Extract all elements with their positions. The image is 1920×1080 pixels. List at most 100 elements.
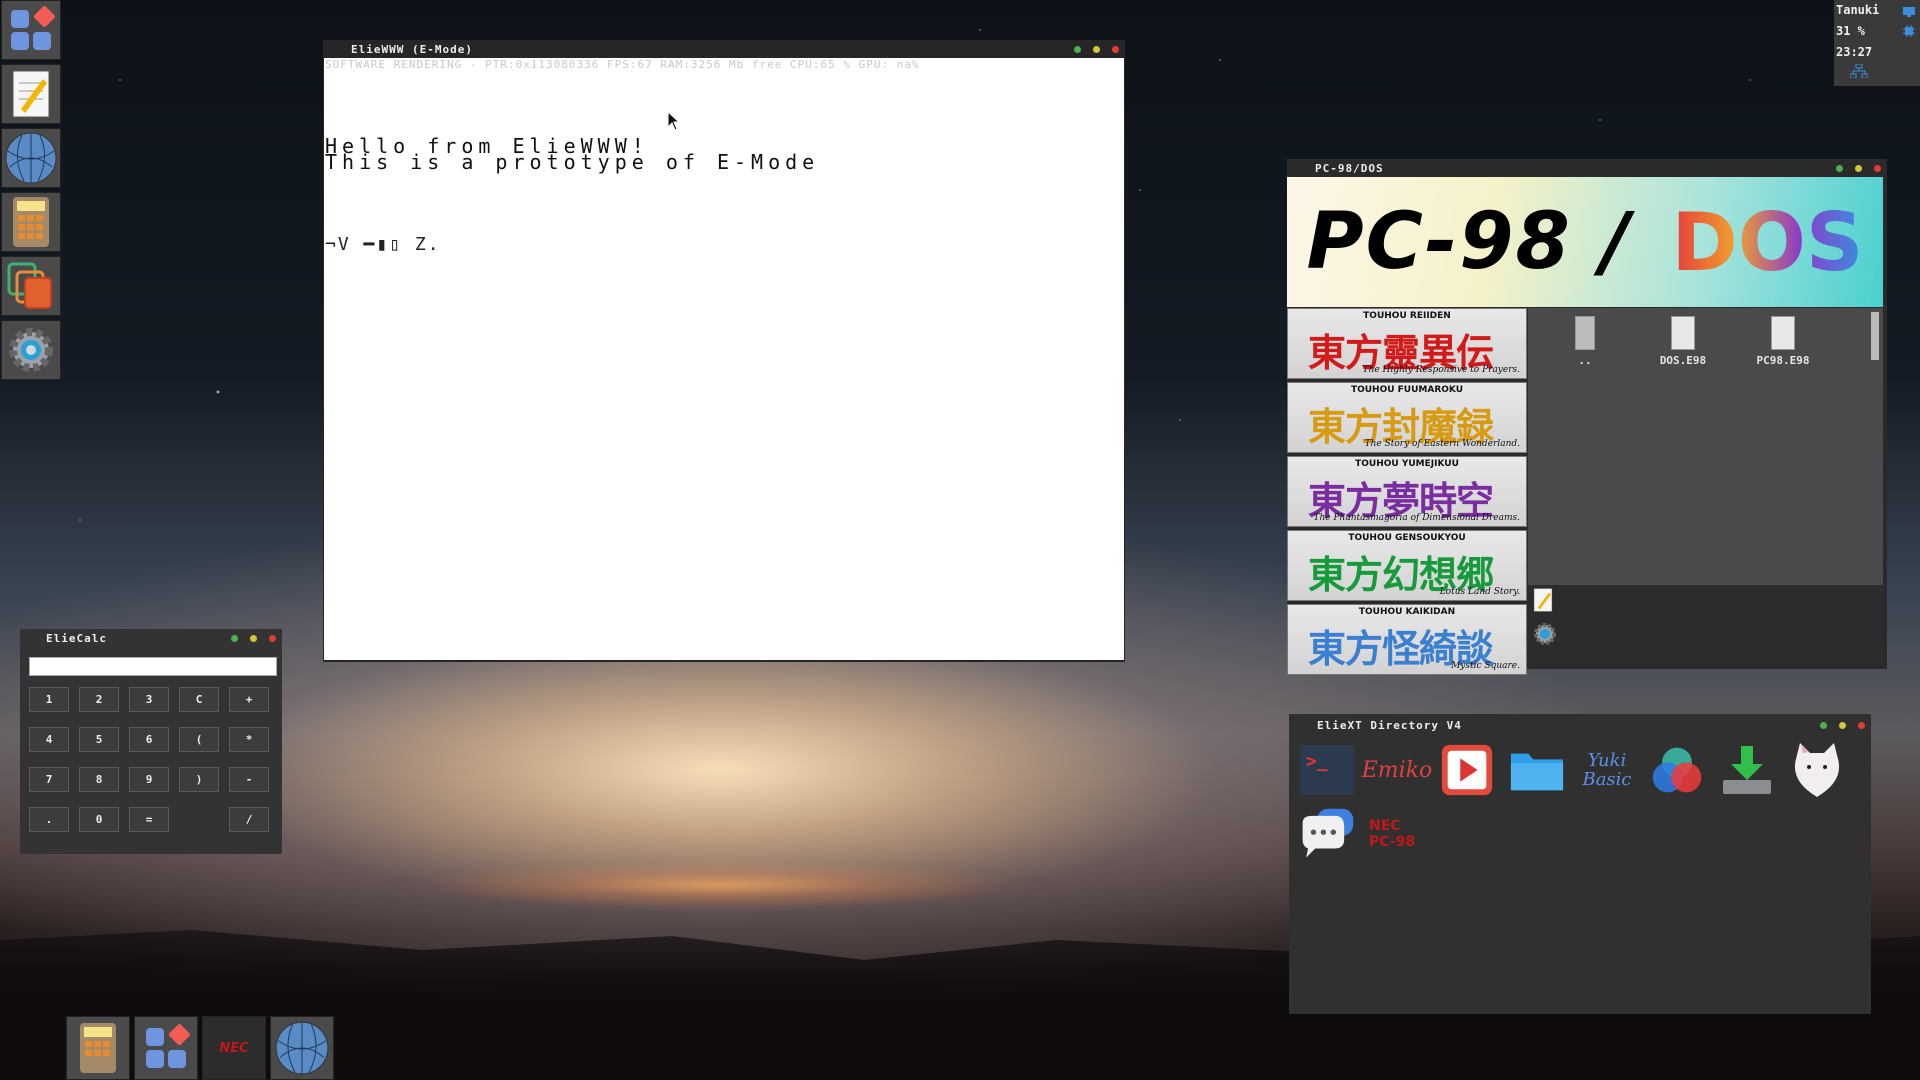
taskbar-calculator-button[interactable] (66, 1016, 130, 1080)
calc-display[interactable] (29, 657, 277, 676)
calc-key[interactable]: 3 (129, 687, 169, 712)
notepad-icon (12, 70, 50, 118)
game-tagline: The Highly Responsive to Prayers. (1362, 365, 1520, 375)
calc-key[interactable]: 2 (79, 687, 119, 712)
calculator-icon (13, 197, 49, 247)
calc-key[interactable]: 9 (129, 767, 169, 792)
yuki-basic-app[interactable]: Yuki Basic (1579, 742, 1635, 798)
emiko-app-icon: Emiko (1361, 757, 1433, 783)
file-item[interactable]: DOS.E98 (1638, 312, 1728, 367)
pc98-lower-panel (1528, 585, 1883, 665)
game-entry[interactable]: TOUHOU REIIDEN 東方靈異伝 The Highly Responsive… (1287, 308, 1527, 379)
maximize-button[interactable] (1839, 721, 1846, 729)
calc-key[interactable]: C (179, 687, 219, 712)
system-tray: Tanuki 31 % 23:27 (1834, 0, 1920, 86)
game-entry[interactable]: TOUHOU KAIKIDAN 東方怪綺談 Mystic Square. (1287, 604, 1527, 675)
close-button[interactable] (269, 634, 276, 642)
close-button[interactable] (1874, 164, 1881, 172)
display-icon[interactable] (1902, 6, 1916, 18)
media-player-app[interactable] (1439, 742, 1495, 798)
mouse-cursor-icon (667, 111, 681, 131)
browser-viewport[interactable]: SOFTWARE RENDERING - PTR:0x113080336 FPS… (324, 58, 1124, 660)
calc-key[interactable]: + (229, 687, 269, 712)
calc-key[interactable]: 6 (129, 727, 169, 752)
windows-button[interactable] (1, 256, 61, 316)
calculator-button[interactable] (1, 192, 61, 252)
download-app[interactable] (1719, 742, 1775, 798)
window-title: ElieCalc (46, 631, 107, 645)
settings-button[interactable] (1, 320, 61, 380)
media-player-app-icon (1441, 744, 1493, 796)
game-subtitle: TOUHOU REIIDEN (1363, 311, 1451, 321)
calc-key[interactable]: 4 (29, 727, 69, 752)
cpu-icon[interactable] (1902, 24, 1916, 38)
calc-key[interactable]: - (229, 767, 269, 792)
chat-app[interactable] (1299, 806, 1355, 862)
file-icon (1671, 316, 1695, 350)
game-entry[interactable]: TOUHOU YUMEJIKUU 東方夢時空 The Phantasmagoria … (1287, 456, 1527, 527)
apps-grid-icon (146, 1024, 190, 1068)
terminal-app[interactable]: >_ (1299, 742, 1355, 798)
pc98-banner: PC-98 / DOS (1287, 177, 1883, 307)
dos-logo: DOS (1671, 195, 1864, 289)
calc-key[interactable]: 0 (79, 807, 119, 832)
game-tagline: Mystic Square. (1451, 661, 1520, 671)
emiko-app[interactable]: Emiko (1362, 742, 1433, 798)
taskbar-globe-button[interactable] (270, 1016, 334, 1080)
calc-key[interactable]: 8 (79, 767, 119, 792)
calc-key[interactable]: = (129, 807, 169, 832)
game-list: TOUHOU REIIDEN 東方靈異伝 The Highly Responsive… (1287, 308, 1527, 678)
window-title: ElieXT Directory V4 (1317, 718, 1462, 732)
file-item[interactable]: .. (1540, 312, 1630, 367)
minimize-button[interactable] (1074, 45, 1081, 53)
render-status: SOFTWARE RENDERING - PTR:0x113080336 FPS… (325, 58, 920, 71)
browser-titlebar[interactable]: ElieWWW (E-Mode) (323, 40, 1125, 58)
calculator-window: ElieCalc 1 2 3 C +4 5 6 ( * 7 8 9) -. 0 = / (20, 629, 282, 854)
calc-key[interactable]: * (229, 727, 269, 752)
notepad-button[interactable] (1, 64, 61, 124)
maximize-button[interactable] (1855, 164, 1862, 172)
close-button[interactable] (1112, 45, 1119, 53)
yuki-basic-app-icon: Yuki Basic (1582, 750, 1632, 790)
settings-gear-icon[interactable] (1532, 621, 1558, 647)
minimize-button[interactable] (1836, 164, 1843, 172)
folder-app[interactable] (1509, 742, 1565, 798)
pc98-app[interactable]: NEC PC-98 (1369, 806, 1425, 862)
apps-grid-icon (11, 6, 55, 50)
cat-app[interactable] (1789, 742, 1845, 798)
browser-window: ElieWWW (E-Mode) SOFTWARE RENDERING - PT… (323, 40, 1125, 662)
minimize-button[interactable] (1820, 721, 1827, 729)
calc-key[interactable]: 5 (79, 727, 119, 752)
pc98-titlebar[interactable]: PC-98/DOS (1287, 159, 1887, 177)
directory-titlebar[interactable]: ElieXT Directory V4 (1289, 714, 1871, 736)
game-entry[interactable]: TOUHOU FUUMAROKU 東方封魔録 The Story of Easter… (1287, 382, 1527, 453)
game-subtitle: TOUHOU KAIKIDAN (1358, 607, 1456, 617)
file-icon (1771, 316, 1795, 350)
close-button[interactable] (1858, 721, 1865, 729)
globe-icon (5, 132, 57, 184)
apps-grid-button[interactable] (1, 0, 61, 60)
game-tagline: The Phantasmagoria of Dimensional Dreams… (1313, 513, 1521, 523)
color-circles-app[interactable] (1649, 742, 1705, 798)
calc-key[interactable]: 7 (29, 767, 69, 792)
taskbar-apps-button[interactable] (134, 1016, 198, 1080)
notepad-icon[interactable] (1532, 587, 1554, 613)
file-item[interactable]: PC98.E98 (1738, 312, 1828, 367)
calc-key[interactable]: ( (179, 727, 219, 752)
file-name: PC98.E98 (1756, 354, 1810, 367)
calc-key[interactable]: 1 (29, 687, 69, 712)
calc-key[interactable]: . (29, 807, 69, 832)
game-entry[interactable]: TOUHOU GENSOUKYOU 東方幻想郷 Lotus Land Story. (1287, 530, 1527, 601)
maximize-button[interactable] (1093, 45, 1100, 53)
calc-key[interactable]: ) (179, 767, 219, 792)
minimize-button[interactable] (231, 634, 238, 642)
globe-button[interactable] (1, 128, 61, 188)
file-scrollbar[interactable] (1871, 312, 1879, 360)
game-subtitle: TOUHOU GENSOUKYOU (1348, 533, 1466, 543)
calculator-titlebar[interactable]: ElieCalc (20, 629, 282, 647)
calc-key[interactable]: / (229, 807, 269, 832)
network-icon[interactable] (1850, 64, 1868, 78)
taskbar-pc98-button[interactable]: NEC (202, 1016, 266, 1080)
calculator-icon (80, 1023, 116, 1073)
maximize-button[interactable] (250, 634, 257, 642)
